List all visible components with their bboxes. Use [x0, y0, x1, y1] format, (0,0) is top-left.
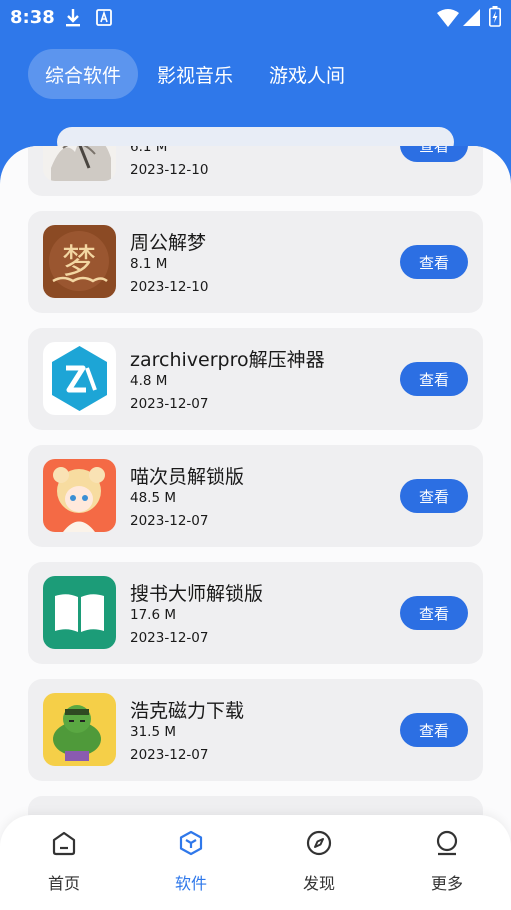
status-time: 8:38 — [10, 7, 55, 28]
app-size: 6.1 M — [130, 146, 168, 155]
cube-icon — [151, 829, 231, 861]
app-size: 4.8 M — [130, 373, 168, 389]
app-name: 周公解梦 — [130, 232, 207, 254]
app-size: 48.5 M — [130, 490, 176, 506]
open-book-icon — [43, 576, 116, 649]
app-size: 31.5 M — [130, 724, 176, 740]
app-card[interactable]: 6.1 M 2023-12-10 查看 — [28, 146, 483, 196]
notification-a-icon — [96, 9, 112, 30]
nav-software[interactable]: 软件 — [151, 829, 231, 894]
nav-label: 发现 — [302, 874, 335, 893]
nav-more[interactable]: 更多 — [407, 829, 487, 894]
app-card[interactable]: 浩克磁力下载 31.5 M 2023-12-07 查看 — [28, 679, 483, 781]
dream-icon: 梦 — [43, 225, 116, 298]
nav-label: 更多 — [430, 874, 463, 893]
view-button[interactable]: 查看 — [400, 479, 468, 513]
view-button[interactable]: 查看 — [400, 362, 468, 396]
app-name: zarchiverpro解压神器 — [130, 349, 325, 371]
home-icon — [24, 829, 104, 861]
app-size: 17.6 M — [130, 607, 176, 623]
status-bar: 8:38 — [0, 0, 511, 36]
app-card[interactable]: zarchiverpro解压神器 4.8 M 2023-12-07 查看 — [28, 328, 483, 430]
nav-label: 软件 — [174, 874, 207, 893]
app-name: 浩克磁力下载 — [130, 700, 245, 722]
profile-icon — [407, 829, 487, 861]
svg-text:梦: 梦 — [62, 242, 96, 282]
app-list-panel: 6.1 M 2023-12-10 查看 梦 周公解梦 8.1 M 2023-12… — [0, 146, 511, 910]
nav-home[interactable]: 首页 — [24, 829, 104, 894]
nav-discover[interactable]: 发现 — [279, 829, 359, 894]
view-button[interactable]: 查看 — [400, 245, 468, 279]
zarchiver-icon — [43, 342, 116, 415]
nav-label: 首页 — [47, 874, 80, 893]
bottom-navigation: 首页 软件 发现 更多 — [0, 815, 511, 910]
app-card[interactable]: 喵次员解锁版 48.5 M 2023-12-07 查看 — [28, 445, 483, 547]
app-card[interactable]: 梦 周公解梦 8.1 M 2023-12-10 查看 — [28, 211, 483, 313]
category-tabs: 综合软件 影视音乐 游戏人间 — [28, 48, 364, 100]
app-size: 8.1 M — [130, 256, 168, 272]
app-date: 2023-12-07 — [130, 747, 209, 763]
signal-icon — [463, 9, 480, 30]
anime-girl-icon — [43, 459, 116, 532]
app-card[interactable]: 搜书大师解锁版 17.6 M 2023-12-07 查看 — [28, 562, 483, 664]
wifi-icon — [437, 9, 459, 31]
view-button[interactable]: 查看 — [400, 713, 468, 747]
view-button[interactable]: 查看 — [400, 146, 468, 162]
view-button[interactable]: 查看 — [400, 596, 468, 630]
app-name: 搜书大师解锁版 — [130, 583, 264, 605]
download-icon — [64, 8, 82, 32]
battery-icon — [489, 6, 501, 31]
app-date: 2023-12-07 — [130, 513, 209, 529]
tab-comprehensive-software[interactable]: 综合软件 — [28, 49, 139, 99]
app-date: 2023-12-07 — [130, 630, 209, 646]
app-date: 2023-12-07 — [130, 396, 209, 412]
tab-games[interactable]: 游戏人间 — [252, 49, 362, 99]
app-name: 喵次员解锁版 — [130, 466, 245, 488]
tab-video-music[interactable]: 影视音乐 — [140, 49, 250, 99]
hulk-icon — [43, 693, 116, 766]
compass-icon — [279, 829, 359, 861]
app-date: 2023-12-10 — [130, 162, 209, 178]
app-date: 2023-12-10 — [130, 279, 209, 295]
ink-painting-icon — [43, 146, 116, 181]
app-list: 6.1 M 2023-12-10 查看 梦 周公解梦 8.1 M 2023-12… — [28, 146, 483, 910]
